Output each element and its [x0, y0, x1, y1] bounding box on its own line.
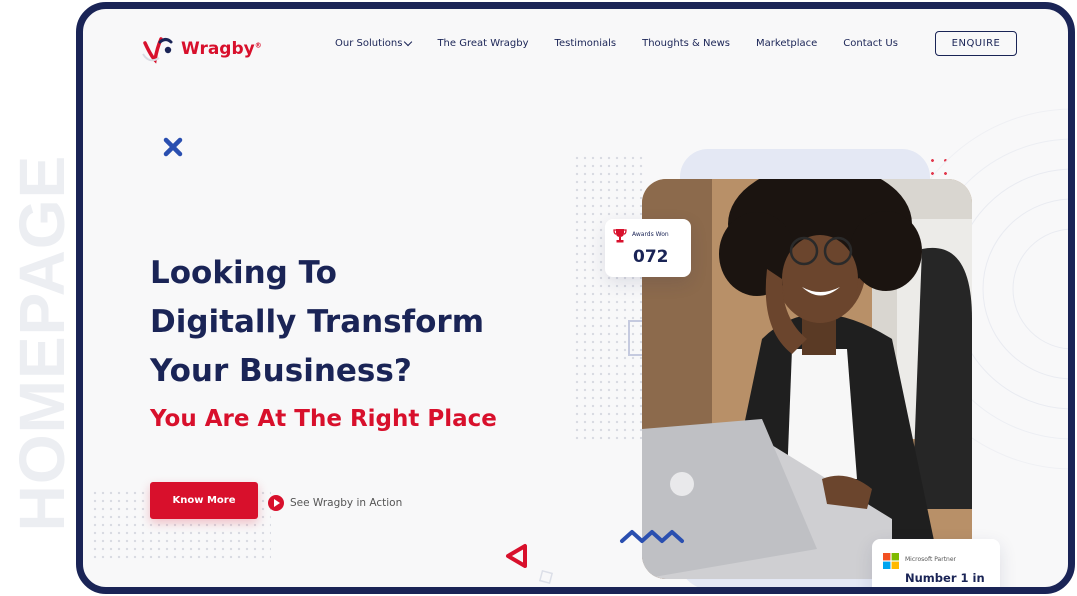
trophy-icon	[613, 229, 627, 243]
small-square-decoration	[538, 569, 554, 585]
browser-frame: Wragby® Our Solutions The Great Wragby T…	[76, 2, 1075, 594]
play-icon	[268, 495, 284, 511]
nav-contact-us[interactable]: Contact Us	[843, 38, 898, 49]
nav-testimonials[interactable]: Testimonials	[555, 38, 617, 49]
logo-wordmark: Wragby®	[181, 39, 262, 59]
homepage-side-label: HOMEPAGE	[6, 154, 78, 531]
awards-label: Awards Won	[632, 231, 669, 238]
headline-line-1: Looking To	[150, 255, 337, 291]
nav-marketplace[interactable]: Marketplace	[756, 38, 817, 49]
cross-shape-decoration	[163, 137, 183, 157]
enquire-button[interactable]: ENQUIRE	[935, 31, 1017, 56]
see-action-label: See Wragby in Action	[290, 497, 403, 509]
main-menu: Our Solutions The Great Wragby Testimoni…	[335, 37, 924, 49]
partner-ranking: Number 1 in	[905, 571, 985, 585]
wragby-logo-mark-icon	[142, 37, 173, 64]
hero-subheadline: You Are At The Right Place	[150, 406, 497, 432]
microsoft-logo-icon	[883, 553, 899, 569]
see-wragby-in-action-link[interactable]: See Wragby in Action	[268, 495, 402, 511]
triangle-shape-decoration	[506, 544, 527, 568]
chevron-down-icon	[404, 37, 413, 47]
know-more-button[interactable]: Know More	[150, 482, 258, 519]
headline-line-3: Your Business?	[150, 353, 412, 389]
hero-photo-woman-on-phone	[642, 179, 972, 579]
zigzag-decoration	[620, 530, 684, 543]
hero-headline: Looking To Digitally Transform Your Busi…	[150, 249, 570, 396]
headline-line-2: Digitally Transform	[150, 304, 485, 340]
nav-the-great-wragby[interactable]: The Great Wragby	[437, 38, 528, 49]
dot-grid-center	[573, 154, 643, 444]
nav-thoughts-news[interactable]: Thoughts & News	[642, 38, 730, 49]
microsoft-partner-card: Microsoft Partner Number 1 in	[872, 539, 1000, 587]
awards-won-card: Awards Won 072	[605, 219, 691, 277]
top-navigation: Wragby® Our Solutions The Great Wragby T…	[83, 9, 1068, 89]
nav-our-solutions[interactable]: Our Solutions	[335, 37, 413, 49]
wragby-logo[interactable]: Wragby®	[141, 31, 262, 67]
microsoft-partner-label: Microsoft Partner	[905, 556, 957, 563]
awards-count: 072	[633, 247, 669, 267]
